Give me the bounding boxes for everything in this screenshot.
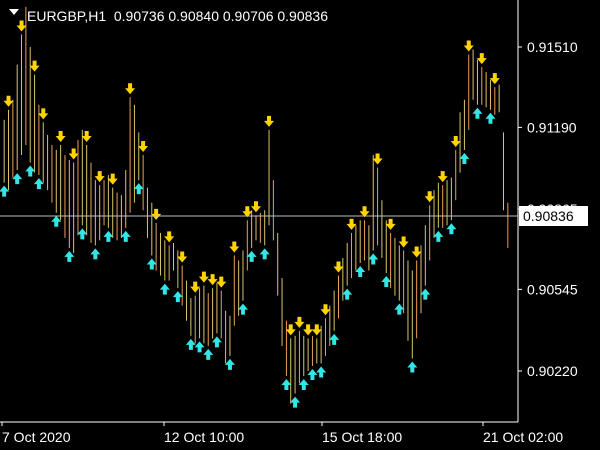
chart-background xyxy=(0,0,600,450)
chart-title: EURGBP,H1 0.90736 0.90840 0.90706 0.9083… xyxy=(27,8,328,24)
price-tick-label: 0.91510 xyxy=(527,39,578,55)
price-tick-label: 0.91190 xyxy=(527,119,577,135)
time-tick-label: 21 Oct 02:00 xyxy=(483,429,563,445)
time-tick-label: 7 Oct 2020 xyxy=(2,429,71,445)
price-tick-label: 0.90545 xyxy=(527,281,578,297)
price-tick-label: 0.90220 xyxy=(527,363,578,379)
time-tick-label: 15 Oct 18:00 xyxy=(322,429,402,445)
price-chart[interactable]: 0.915100.911900.908650.905450.90220 7 Oc… xyxy=(0,0,600,450)
time-tick-label: 12 Oct 10:00 xyxy=(164,429,244,445)
current-price-label: 0.90836 xyxy=(523,208,574,224)
